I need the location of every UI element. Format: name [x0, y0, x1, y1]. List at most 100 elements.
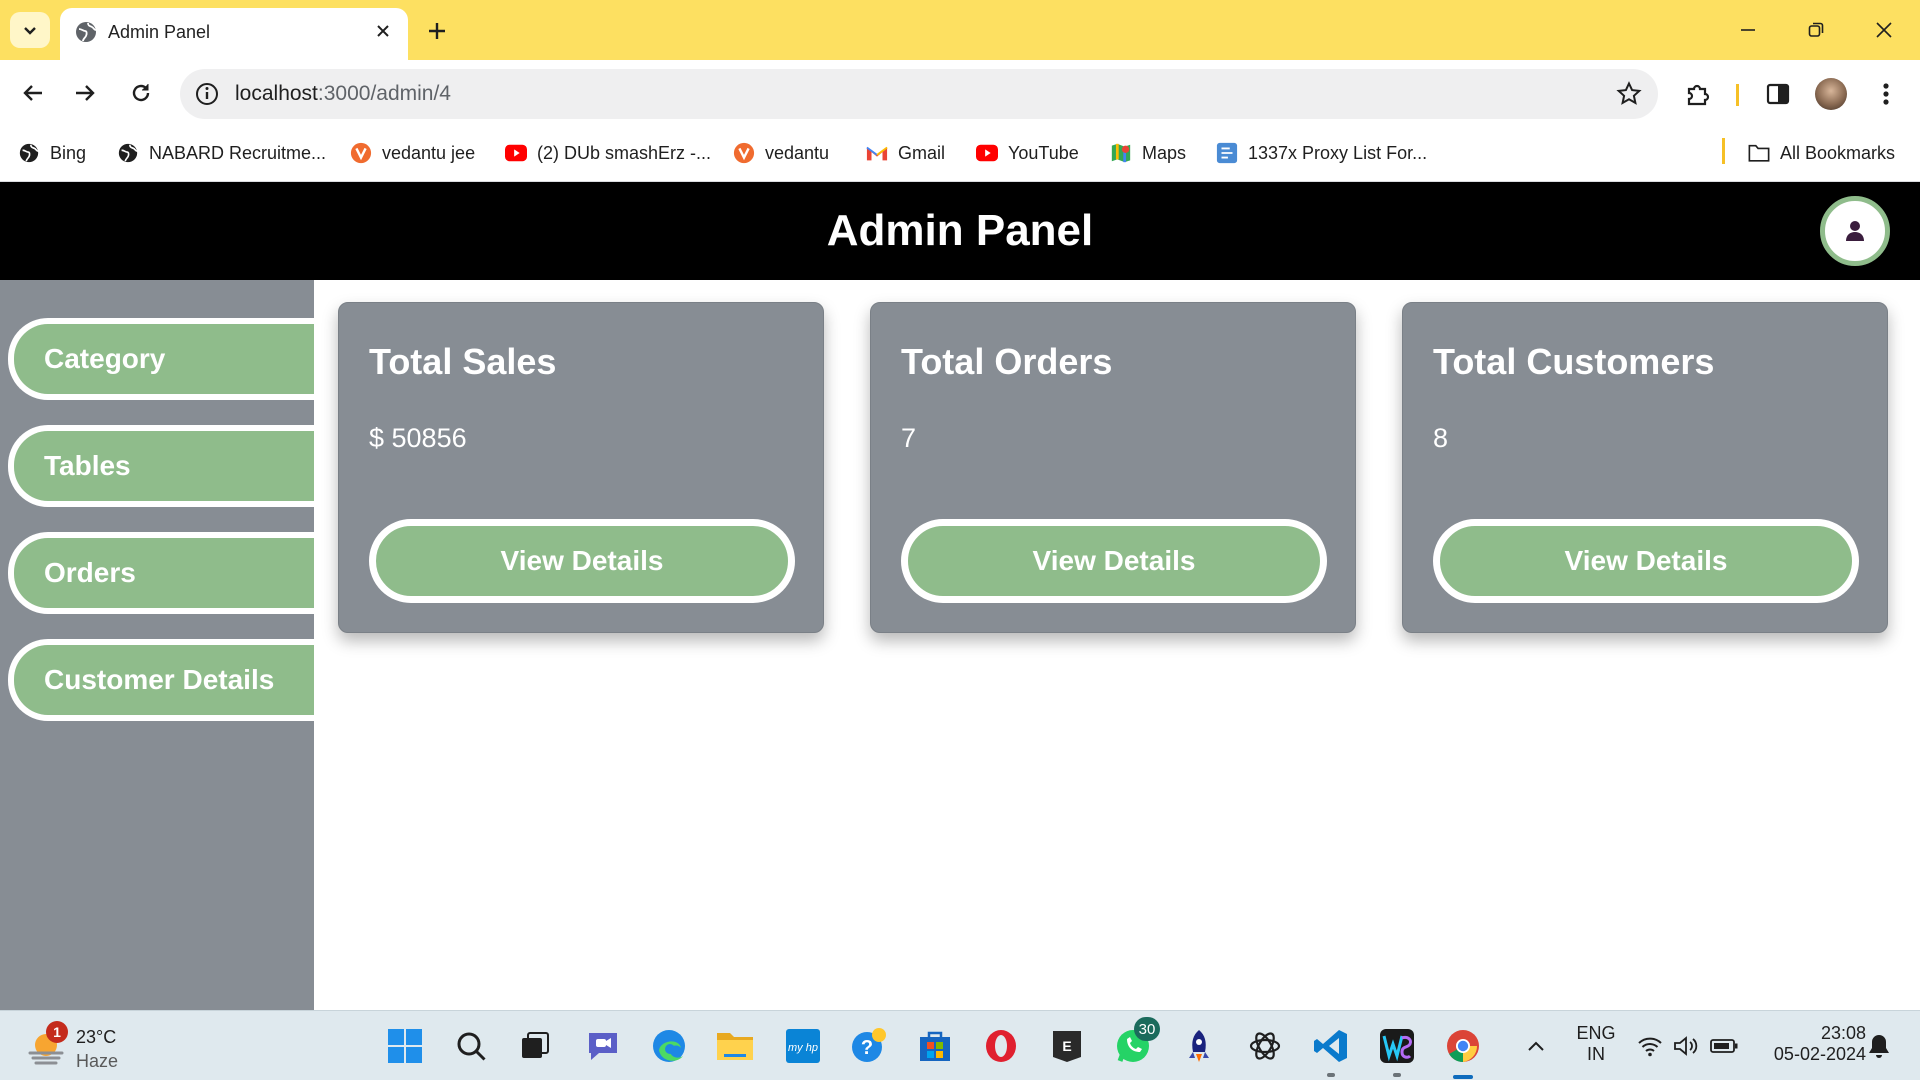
chat-icon	[589, 1033, 617, 1060]
svg-text:my hp: my hp	[788, 1042, 818, 1054]
volume-status[interactable]	[1666, 1023, 1706, 1069]
file-explorer-app[interactable]	[712, 1023, 758, 1069]
page-title: Admin Panel	[826, 206, 1094, 255]
input-language[interactable]: ENG IN	[1574, 1023, 1618, 1065]
clock-time: 23:08	[1820, 1023, 1866, 1043]
svg-text:E: E	[1062, 1038, 1071, 1054]
chatgpt-app[interactable]	[1242, 1023, 1288, 1069]
windows-taskbar: 1 23°C Haze my hp ? E 30 ENG IN 23:08 05…	[0, 1010, 1920, 1080]
forward-button[interactable]	[66, 74, 104, 112]
bookmark-label: 1337x Proxy List For...	[1248, 142, 1428, 163]
url-host: localhost	[235, 82, 318, 105]
bookmark-vedantu-jee[interactable]: vedantu jee	[350, 138, 475, 168]
bookmark-label: Bing	[50, 142, 87, 163]
active-indicator	[1453, 1075, 1473, 1079]
vscode-icon	[1314, 1030, 1347, 1062]
user-profile-button[interactable]	[1820, 196, 1890, 266]
bookmark-maps[interactable]: Maps	[1110, 138, 1186, 168]
side-panel-icon	[1766, 83, 1790, 105]
task-view-button[interactable]	[512, 1023, 558, 1069]
sidebar-item-customer-details[interactable]: Customer Details	[8, 639, 314, 721]
sidebar-item-tables[interactable]: Tables	[8, 425, 314, 507]
vedantu-icon	[350, 142, 372, 164]
bookmark-nabard[interactable]: NABARD Recruitme...	[117, 138, 326, 168]
microsoft-store-app[interactable]	[912, 1023, 958, 1069]
close-window-button[interactable]	[1856, 10, 1912, 50]
restore-button[interactable]	[1788, 10, 1844, 50]
extensions-button[interactable]	[1680, 76, 1716, 112]
edge-app[interactable]	[646, 1023, 692, 1069]
bookmarks-bar: Bing NABARD Recruitme... vedantu jee (2)…	[0, 126, 1920, 182]
epic-games-icon: E	[1053, 1031, 1081, 1062]
sidebar-item-label: Category	[44, 343, 166, 374]
chrome-app[interactable]	[1440, 1023, 1486, 1079]
battery-status[interactable]	[1704, 1023, 1744, 1069]
more-vertical-icon	[1883, 83, 1889, 105]
taskbar-search-button[interactable]	[448, 1023, 494, 1069]
bookmark-1337x[interactable]: 1337x Proxy List For...	[1216, 138, 1427, 168]
start-button[interactable]	[382, 1023, 428, 1069]
chrome-icon	[1447, 1030, 1479, 1062]
reload-button[interactable]	[122, 74, 160, 112]
minimize-button[interactable]	[1720, 10, 1776, 50]
card-value: 7	[901, 423, 917, 453]
show-hidden-icons-button[interactable]	[1516, 1023, 1556, 1069]
bookmark-vedantu[interactable]: vedantu	[733, 138, 829, 168]
bookmark-star-icon[interactable]	[1616, 81, 1642, 107]
teams-chat-app[interactable]	[580, 1023, 626, 1069]
bookmark-label: vedantu	[765, 142, 830, 163]
rocket-app[interactable]	[1176, 1023, 1222, 1069]
browser-tab[interactable]: Admin Panel	[60, 8, 408, 60]
edge-icon	[653, 1030, 685, 1062]
notification-badge: 1	[46, 1021, 68, 1043]
tab-close-button[interactable]	[370, 18, 396, 44]
bookmark-label: vedantu jee	[382, 142, 476, 163]
sidebar: Category Tables Orders Customer Details	[0, 280, 314, 1010]
dashboard-main: Total Sales $ 50856 View Details Total O…	[314, 280, 1920, 1010]
epic-games-app[interactable]: E	[1044, 1023, 1090, 1069]
browser-menu-button[interactable]	[1868, 76, 1904, 112]
user-icon	[1846, 221, 1864, 241]
all-bookmarks-button[interactable]: All Bookmarks	[1748, 138, 1895, 168]
view-details-button[interactable]: View Details	[1433, 519, 1859, 603]
profile-avatar[interactable]	[1815, 78, 1847, 110]
new-tab-button[interactable]	[420, 14, 454, 48]
vscode-app[interactable]	[1308, 1023, 1354, 1077]
language-code: ENG	[1576, 1023, 1616, 1043]
notifications-button[interactable]	[1862, 1023, 1896, 1069]
arrow-left-icon	[23, 85, 42, 101]
opera-app[interactable]	[978, 1023, 1024, 1069]
tab-search-button[interactable]	[10, 12, 50, 48]
close-icon	[1876, 22, 1892, 38]
windows-logo-icon	[388, 1029, 422, 1063]
bookmark-dub-smasherz[interactable]: (2) DUb smashErz -...	[505, 138, 711, 168]
bookmark-youtube[interactable]: YouTube	[976, 138, 1079, 168]
help-icon: ?	[852, 1028, 886, 1062]
sidebar-item-orders[interactable]: Orders	[8, 532, 314, 614]
all-bookmarks-label: All Bookmarks	[1780, 142, 1896, 163]
myhp-app[interactable]: my hp	[780, 1023, 826, 1069]
back-button[interactable]	[14, 74, 52, 112]
wifi-status[interactable]	[1630, 1023, 1670, 1069]
whatsapp-app[interactable]: 30	[1110, 1017, 1160, 1069]
bookmark-gmail[interactable]: Gmail	[866, 138, 945, 168]
openai-icon	[1249, 1032, 1281, 1060]
restore-icon	[1808, 22, 1824, 37]
volume-icon	[1674, 1036, 1698, 1056]
view-details-button[interactable]: View Details	[901, 519, 1327, 603]
view-details-button[interactable]: View Details	[369, 519, 795, 603]
sidebar-item-category[interactable]: Category	[8, 318, 314, 400]
site-info-icon[interactable]	[194, 81, 220, 107]
clock[interactable]: 23:08 05-02-2024	[1756, 1023, 1866, 1065]
url-text[interactable]: localhost:3000/admin/4	[235, 82, 451, 106]
store-icon	[920, 1031, 950, 1061]
bookmark-label: (2) DUb smashErz -...	[537, 142, 712, 163]
webstorm-app[interactable]	[1374, 1023, 1420, 1077]
side-panel-button[interactable]	[1760, 76, 1796, 112]
search-icon	[457, 1032, 486, 1061]
get-help-app[interactable]: ?	[846, 1023, 892, 1069]
address-bar[interactable]: localhost:3000/admin/4	[180, 69, 1658, 119]
bookmark-bing[interactable]: Bing	[18, 138, 86, 168]
wifi-icon	[1638, 1037, 1662, 1057]
chevron-down-icon	[24, 27, 36, 35]
